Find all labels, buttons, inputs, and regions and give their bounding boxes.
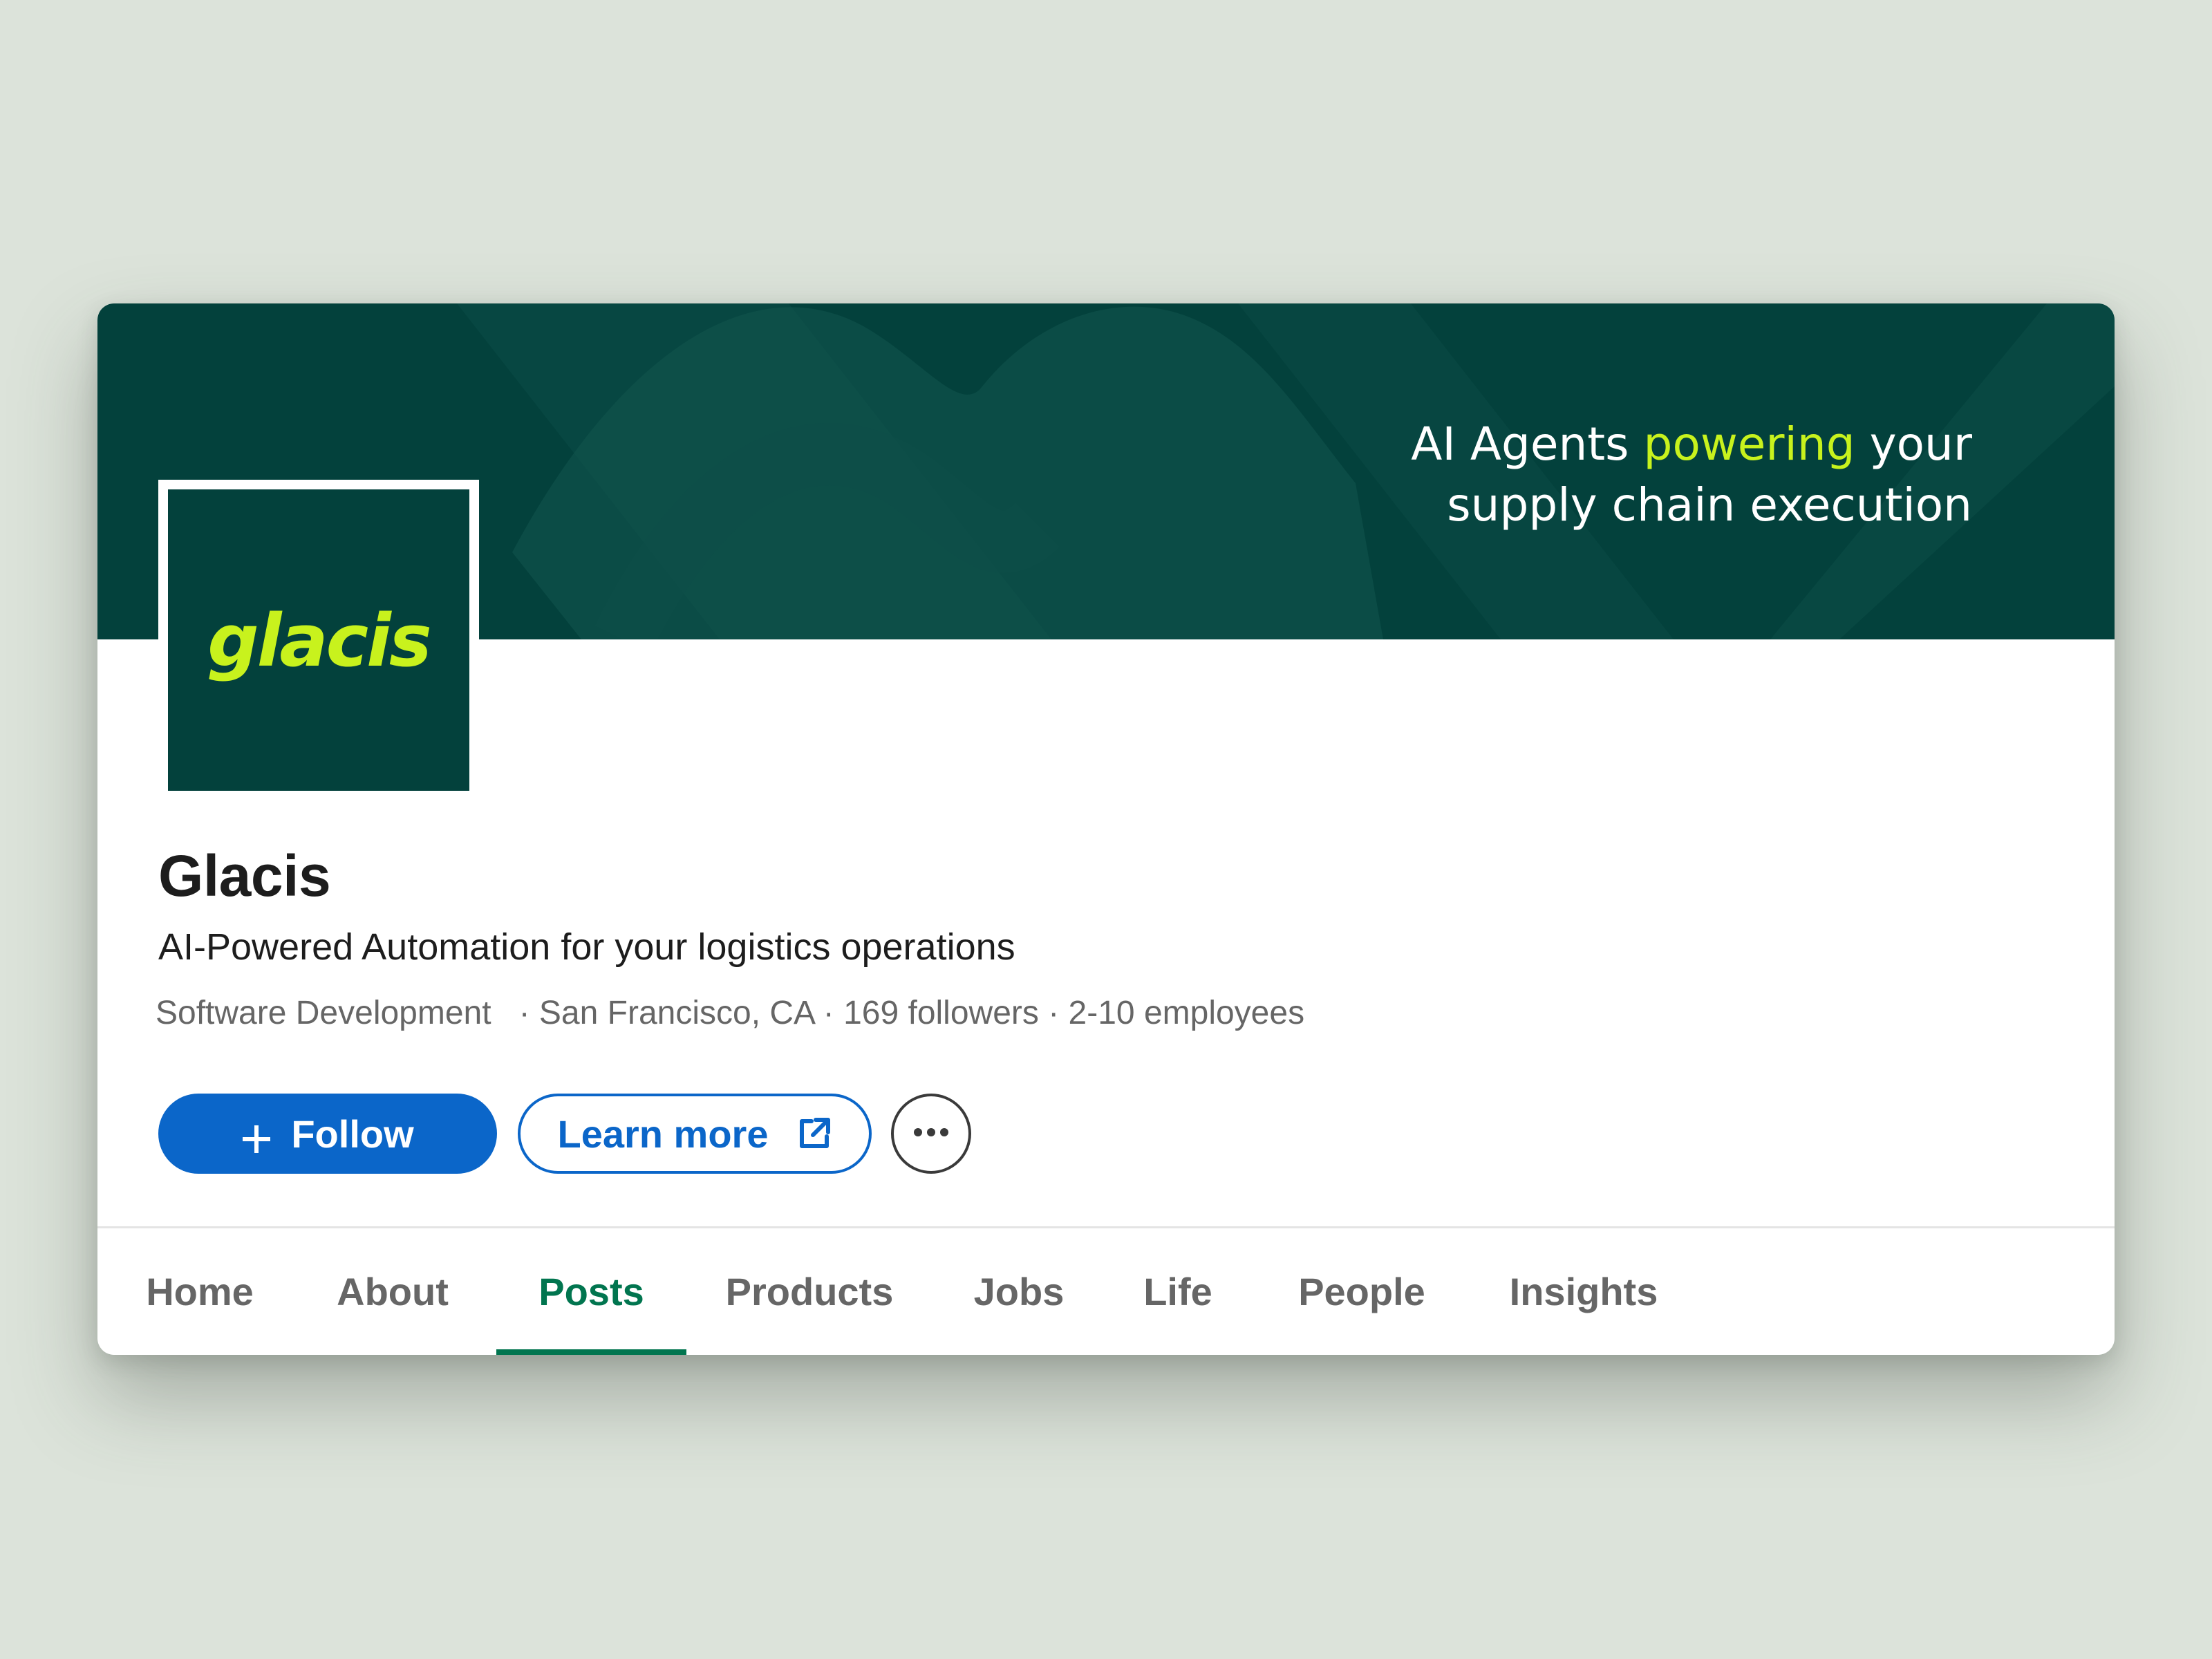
company-meta: Software Development · San Francisco, CA… [156,995,1305,1031]
banner-tagline-line1: AI Agents powering your [1411,414,1972,475]
svg-text:glacis: glacis [207,599,430,683]
tab-home[interactable]: Home [146,1228,254,1355]
tab-insights[interactable]: Insights [1502,1228,1665,1355]
tab-label: Insights [1509,1270,1658,1313]
learn-more-button-label: Learn more [557,1112,769,1156]
tab-label: Life [1143,1270,1212,1313]
banner-tagline: AI Agents powering your supply chain exe… [1411,414,1972,536]
banner-tagline-accent: powering [1643,418,1855,471]
more-options-button[interactable] [891,1094,971,1174]
banner-tagline-part2: your [1855,418,1972,471]
page-tabs: Home About Posts Products Jobs Life Peop… [97,1228,2115,1355]
tab-jobs[interactable]: Jobs [971,1228,1067,1355]
tab-label: Posts [538,1270,644,1313]
follow-button[interactable]: Follow [158,1094,497,1174]
learn-more-button[interactable]: Learn more [518,1094,872,1174]
company-name: Glacis [158,843,331,908]
tab-label: Products [725,1270,894,1313]
plus-icon [241,1118,272,1153]
tab-label: Jobs [973,1270,1065,1313]
banner-tagline-line2: supply chain execution [1447,478,1972,532]
follow-button-label: Follow [291,1112,414,1156]
tab-people[interactable]: People [1291,1228,1432,1355]
banner-tagline-part1: AI Agents [1411,418,1644,471]
tab-posts[interactable]: Posts [496,1228,686,1355]
tab-label: About [337,1270,449,1313]
tab-label: Home [146,1270,254,1313]
company-page-card: AI Agents powering your supply chain exe… [97,303,2115,1355]
external-link-icon [796,1116,832,1152]
ellipsis-icon [913,1127,949,1141]
company-logo: glacis [168,489,469,791]
company-tagline: AI-Powered Automation for your logistics… [158,926,1015,968]
tab-life[interactable]: Life [1140,1228,1216,1355]
tab-label: People [1298,1270,1425,1313]
company-logo-frame: glacis [158,480,479,800]
tab-products[interactable]: Products [720,1228,899,1355]
tab-about[interactable]: About [335,1228,450,1355]
company-logo-wordmark: glacis [207,599,432,683]
